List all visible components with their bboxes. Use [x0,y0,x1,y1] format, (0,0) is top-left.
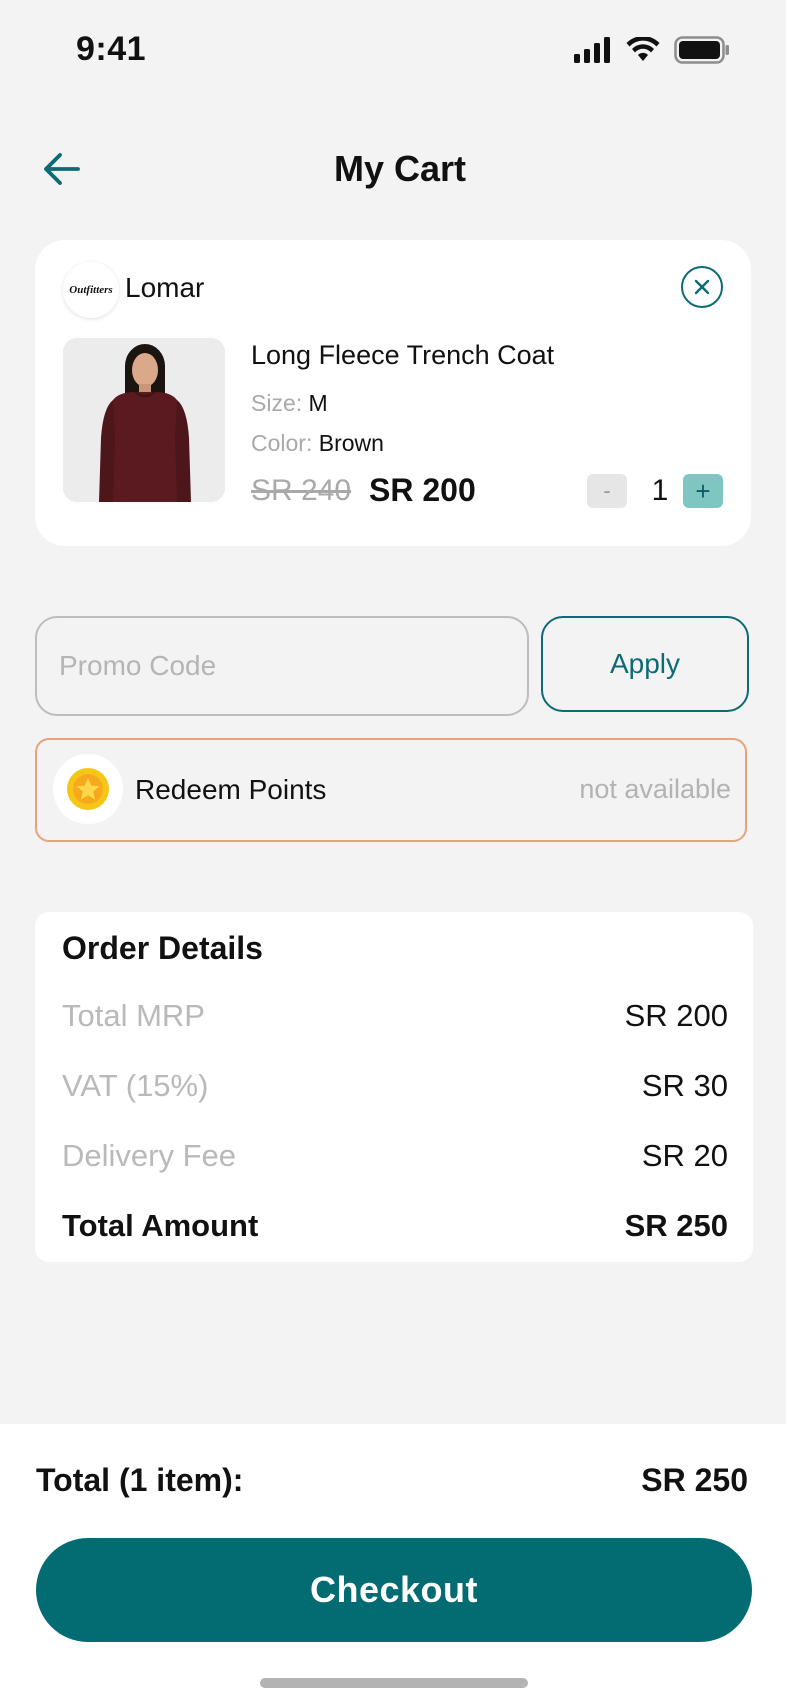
coin-badge [53,754,123,824]
store-logo: Outfitters [63,262,119,318]
quantity-increase-button[interactable]: + [683,474,723,508]
remove-item-button[interactable] [681,266,723,308]
product-model-image [63,338,225,502]
close-icon [694,279,710,295]
apply-promo-button[interactable]: Apply [541,616,749,712]
sale-price: SR 200 [369,472,476,508]
product-name: Long Fleece Trench Coat [251,340,555,370]
product-size: Size: M [251,390,328,417]
order-row-total-mrp: Total MRP SR 200 [62,998,728,1034]
status-icons [574,36,730,64]
order-details-title: Order Details [62,930,263,966]
quantity-decrease-button[interactable]: - [587,474,627,508]
size-label: Size: [251,390,303,416]
total-amount-label: Total Amount [62,1208,259,1243]
redeem-status: not available [579,774,731,804]
order-row-label: Total MRP [62,998,205,1033]
order-row-vat: VAT (15%) SR 30 [62,1068,728,1104]
order-row-total-amount: Total Amount SR 250 [62,1208,728,1244]
battery-icon [674,36,729,64]
page-title: My Cart [333,148,467,189]
checkout-footer: Total (1 item): SR 250 Checkout [0,1424,786,1704]
order-row-value: SR 200 [624,998,728,1033]
order-row-value: SR 20 [641,1138,728,1173]
product-image[interactable] [63,338,225,502]
promo-code-input[interactable] [35,616,529,716]
color-label: Color: [251,430,313,456]
redeem-points-row[interactable]: Redeem Points not available [35,738,747,842]
store-name: Lomar [125,272,205,303]
star-coin-icon [67,768,109,810]
footer-total-value: SR 250 [641,1462,748,1498]
order-details-card: Order Details Total MRP SR 200 VAT (15%)… [35,912,753,1262]
color-value: Brown [318,430,384,456]
redeem-points-label: Redeem Points [135,774,327,805]
footer-total-label: Total (1 item): [36,1462,244,1498]
original-price: SR 240 [251,474,352,507]
product-color: Color: Brown [251,430,384,457]
total-amount-value: SR 250 [624,1208,728,1243]
order-row-delivery-fee: Delivery Fee SR 20 [62,1138,728,1174]
cellular-signal-icon [574,37,610,63]
status-time: 9:41 [76,30,147,68]
quantity-value: 1 [651,474,669,507]
wifi-icon [626,37,660,61]
checkout-button[interactable]: Checkout [36,1538,752,1642]
order-row-label: VAT (15%) [62,1068,209,1103]
size-value: M [308,390,328,416]
home-indicator[interactable] [260,1678,528,1688]
cart-item-card: Outfitters Lomar Long Fleece Trench Coat… [35,240,751,546]
order-row-value: SR 30 [641,1068,728,1103]
order-row-label: Delivery Fee [62,1138,236,1173]
